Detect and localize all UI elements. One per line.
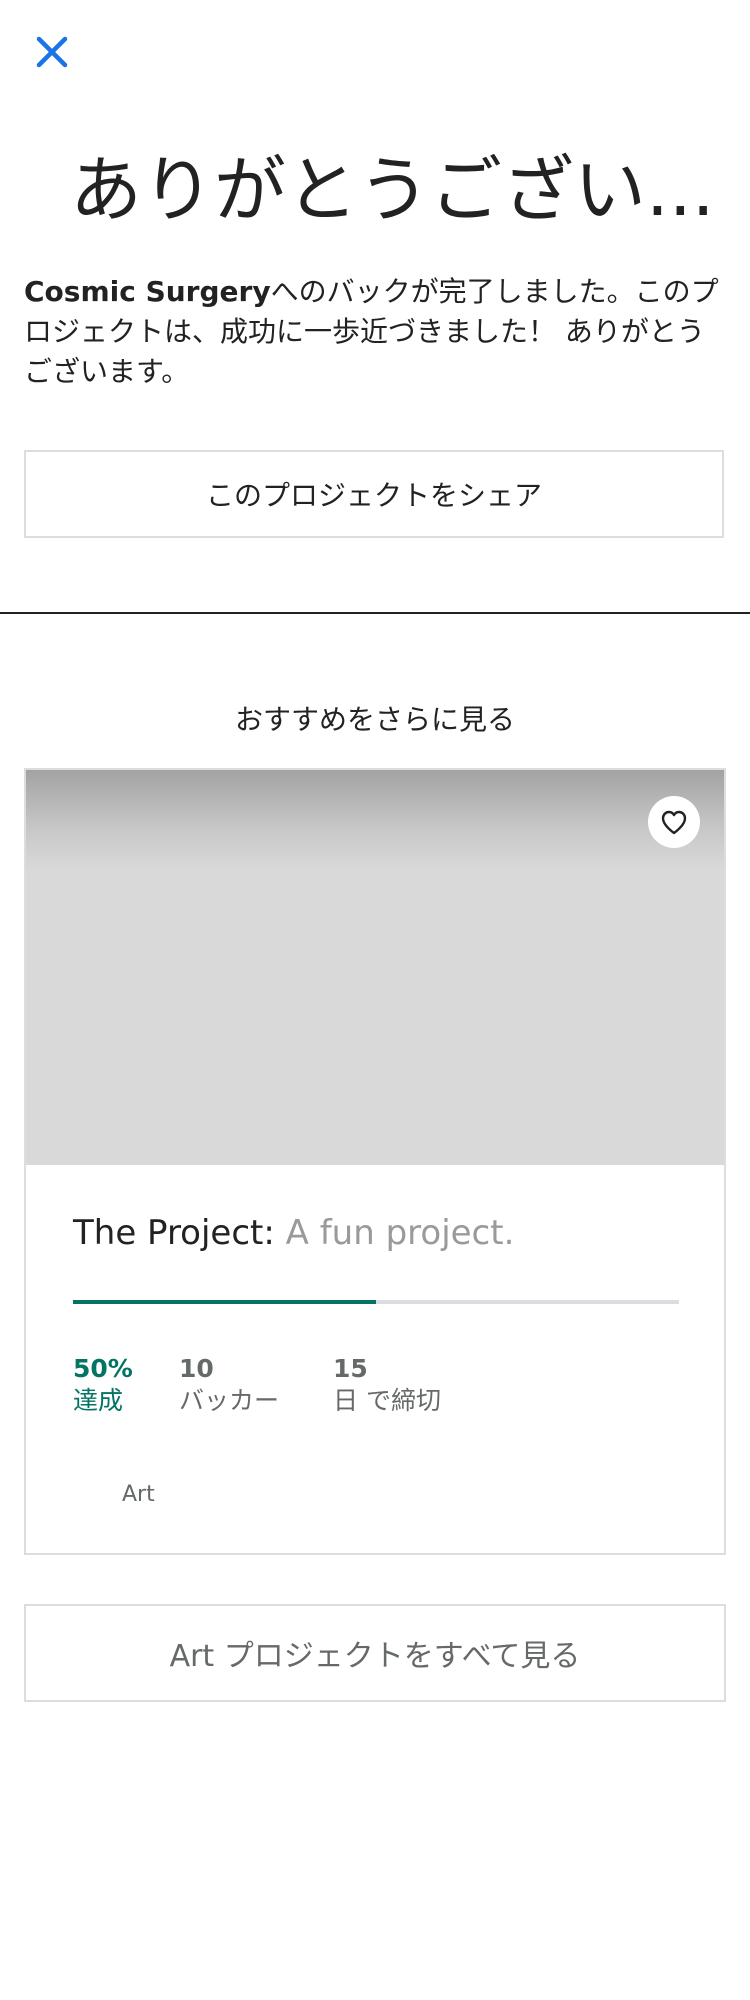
days-value: 15 bbox=[333, 1354, 368, 1383]
section-divider bbox=[0, 612, 750, 614]
recommendations-heading: おすすめをさらに見る bbox=[234, 703, 515, 736]
thank-you-message: Cosmic Surgeryへのバックが完了しました。このプロジェクトは、成功に… bbox=[24, 272, 724, 392]
funded-label: 達成 bbox=[73, 1386, 124, 1415]
funding-progress-bar bbox=[73, 1300, 679, 1304]
project-name: Cosmic Surgery bbox=[24, 275, 271, 308]
stat-funded: 50% 達成 bbox=[73, 1353, 133, 1417]
project-title-line: The Project: A fun project. bbox=[73, 1209, 693, 1257]
funded-value: 50% bbox=[73, 1354, 133, 1383]
stat-days-left: 15 日 で締切 bbox=[333, 1353, 441, 1417]
close-button[interactable] bbox=[30, 30, 74, 74]
funding-progress-fill bbox=[73, 1300, 376, 1304]
project-title: The Project: bbox=[73, 1213, 275, 1253]
stat-backers: 10 バッカー bbox=[179, 1353, 279, 1417]
days-label: 日 で締切 bbox=[333, 1386, 441, 1415]
save-project-button[interactable] bbox=[648, 796, 700, 848]
see-all-projects-button[interactable]: Art プロジェクトをすべて見る bbox=[24, 1604, 726, 1702]
project-card[interactable]: The Project: A fun project. 50% 達成 10 バッ… bbox=[24, 768, 726, 1555]
project-blurb: A fun project. bbox=[285, 1213, 515, 1253]
page-title: ありがとうござい... bbox=[70, 148, 715, 232]
category-tag[interactable]: Art bbox=[122, 1479, 155, 1511]
backers-value: 10 bbox=[179, 1354, 214, 1383]
close-icon bbox=[36, 36, 68, 68]
heart-icon bbox=[661, 810, 687, 835]
project-image bbox=[26, 770, 724, 1165]
backers-label: バッカー bbox=[179, 1386, 280, 1415]
share-project-button[interactable]: このプロジェクトをシェア bbox=[24, 450, 724, 538]
